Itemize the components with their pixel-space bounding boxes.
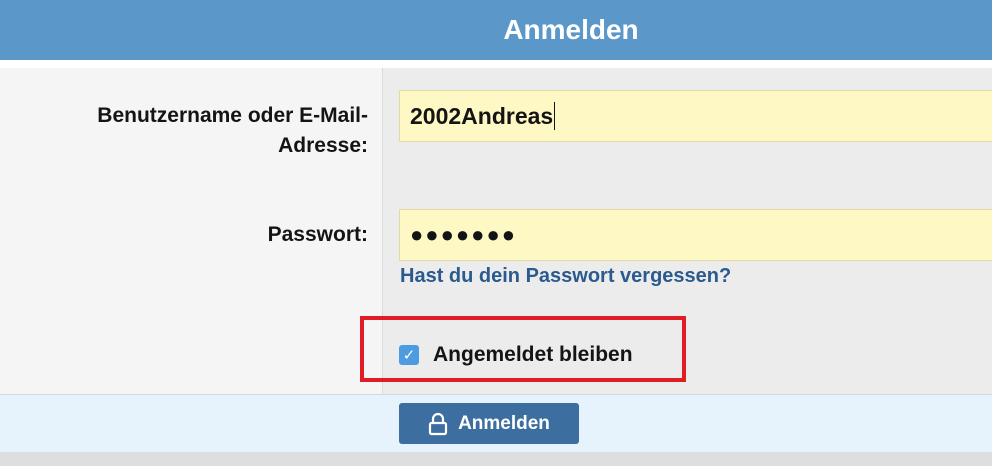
forgot-password-link[interactable]: Hast du dein Passwort vergessen?	[400, 265, 731, 288]
password-label: Passwort:	[267, 223, 368, 246]
lock-icon	[428, 412, 448, 435]
username-label: Benutzername oder E-Mail-Adresse:	[97, 104, 368, 157]
highlight-box	[360, 316, 686, 382]
username-field[interactable]: 2002Andreas	[399, 90, 992, 142]
page-header: Anmelden	[0, 0, 992, 60]
bottom-strip	[0, 452, 992, 466]
password-value: ●●●●●●●	[410, 222, 518, 247]
text-cursor	[554, 102, 556, 130]
login-button-label: Anmelden	[458, 412, 550, 434]
form-footer: Anmelden	[0, 394, 992, 453]
page-title: Anmelden	[503, 14, 639, 45]
label-column: Benutzername oder E-Mail-Adresse: Passwo…	[0, 68, 383, 394]
password-field[interactable]: ●●●●●●●	[399, 209, 992, 261]
login-button[interactable]: Anmelden	[399, 403, 579, 444]
username-value: 2002Andreas	[410, 102, 554, 129]
